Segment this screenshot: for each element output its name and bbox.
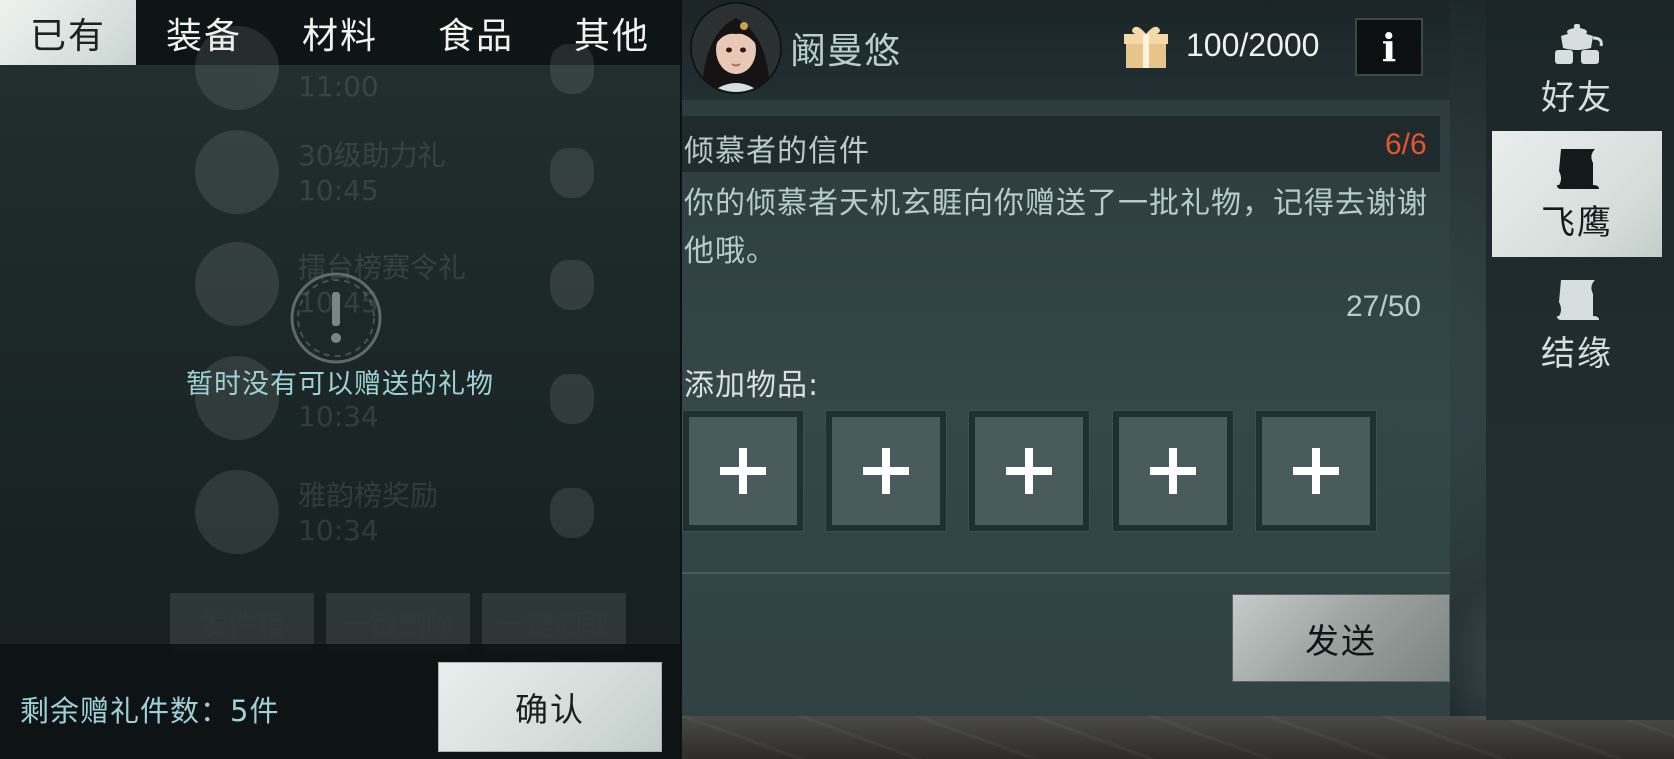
list-item: 30级助力礼 10:45 [170,130,640,230]
remaining-gifts-label: 剩余赠礼件数：5件 [20,694,280,728]
plus-icon [1150,448,1196,494]
player-name: 阚曼悠 [790,31,902,72]
sidebar-item-label: 好友 [1541,77,1613,118]
divider [682,572,1450,574]
teapot-icon [1555,23,1603,64]
gift-inventory-panel: 已有 装备 材料 食品 其他 11:00 30级助力礼 10:45 擂台榜赛令礼… [0,0,682,759]
portrait-icon [692,4,780,92]
list-item-time: 11:00 [298,70,379,103]
empty-state: 暂时没有可以赠送的礼物 [160,270,520,400]
item-slot[interactable] [825,410,947,532]
list-item-time: 10:34 [298,400,379,433]
avatar [195,130,279,214]
warning-icon [290,272,382,364]
add-items-label: 添加物品: [684,368,820,403]
plus-icon [1293,448,1339,494]
list-item-title: 雅韵榜奖励 [298,479,439,512]
sidebar-item-label: 飞鹰 [1541,202,1613,243]
bag-icon [550,260,594,310]
char-count: 27/50 [1346,290,1422,323]
list-item-time: 10:45 [298,174,379,207]
send-button[interactable]: 发送 [1232,594,1450,682]
bag-icon [550,44,594,94]
info-button[interactable]: i [1355,18,1423,76]
letter-body[interactable]: 你的倾慕者天机玄睚向你赠送了一批礼物，记得去谢谢他哦。 [684,180,1440,276]
sidebar-item-friends[interactable]: 好友 [1492,6,1662,132]
list-item: 11:00 [170,26,640,126]
sidebar-item-bond[interactable]: 结缘 [1492,262,1662,388]
scroll-icon [1557,148,1599,189]
bag-icon [550,374,594,424]
sidebar-item-label: 结缘 [1541,333,1613,374]
gift-count: 100/2000 [1186,27,1320,63]
list-item-time: 10:34 [298,514,379,547]
list-item-title: 30级助力礼 [298,139,446,172]
plus-icon [863,448,909,494]
tab-owned[interactable]: 已有 [0,0,136,65]
item-slot[interactable] [1112,410,1234,532]
item-slot[interactable] [1255,410,1377,532]
bag-icon [550,488,594,538]
inventory-footer: 剩余赠礼件数：5件 确认 [0,644,680,759]
avatar [195,470,279,554]
empty-message: 暂时没有可以赠送的礼物 [186,369,494,400]
stone-floor-decoration [680,716,1674,759]
sidebar-item-flying-eagle[interactable]: 飞鹰 [1492,131,1662,257]
item-slot[interactable] [968,410,1090,532]
plus-icon [1006,448,1052,494]
bag-icon [550,148,594,198]
gift-icon [1124,26,1168,68]
letter-count: 6/6 [1385,128,1427,161]
scroll-icon [1557,279,1599,320]
confirm-button[interactable]: 确认 [438,662,662,752]
avatar[interactable] [690,2,782,94]
letter-title: 倾慕者的信件 [684,134,870,169]
list-item: 雅韵榜奖励 10:34 [170,470,640,570]
item-slot[interactable] [682,410,804,532]
plus-icon [720,448,766,494]
avatar [195,26,279,110]
